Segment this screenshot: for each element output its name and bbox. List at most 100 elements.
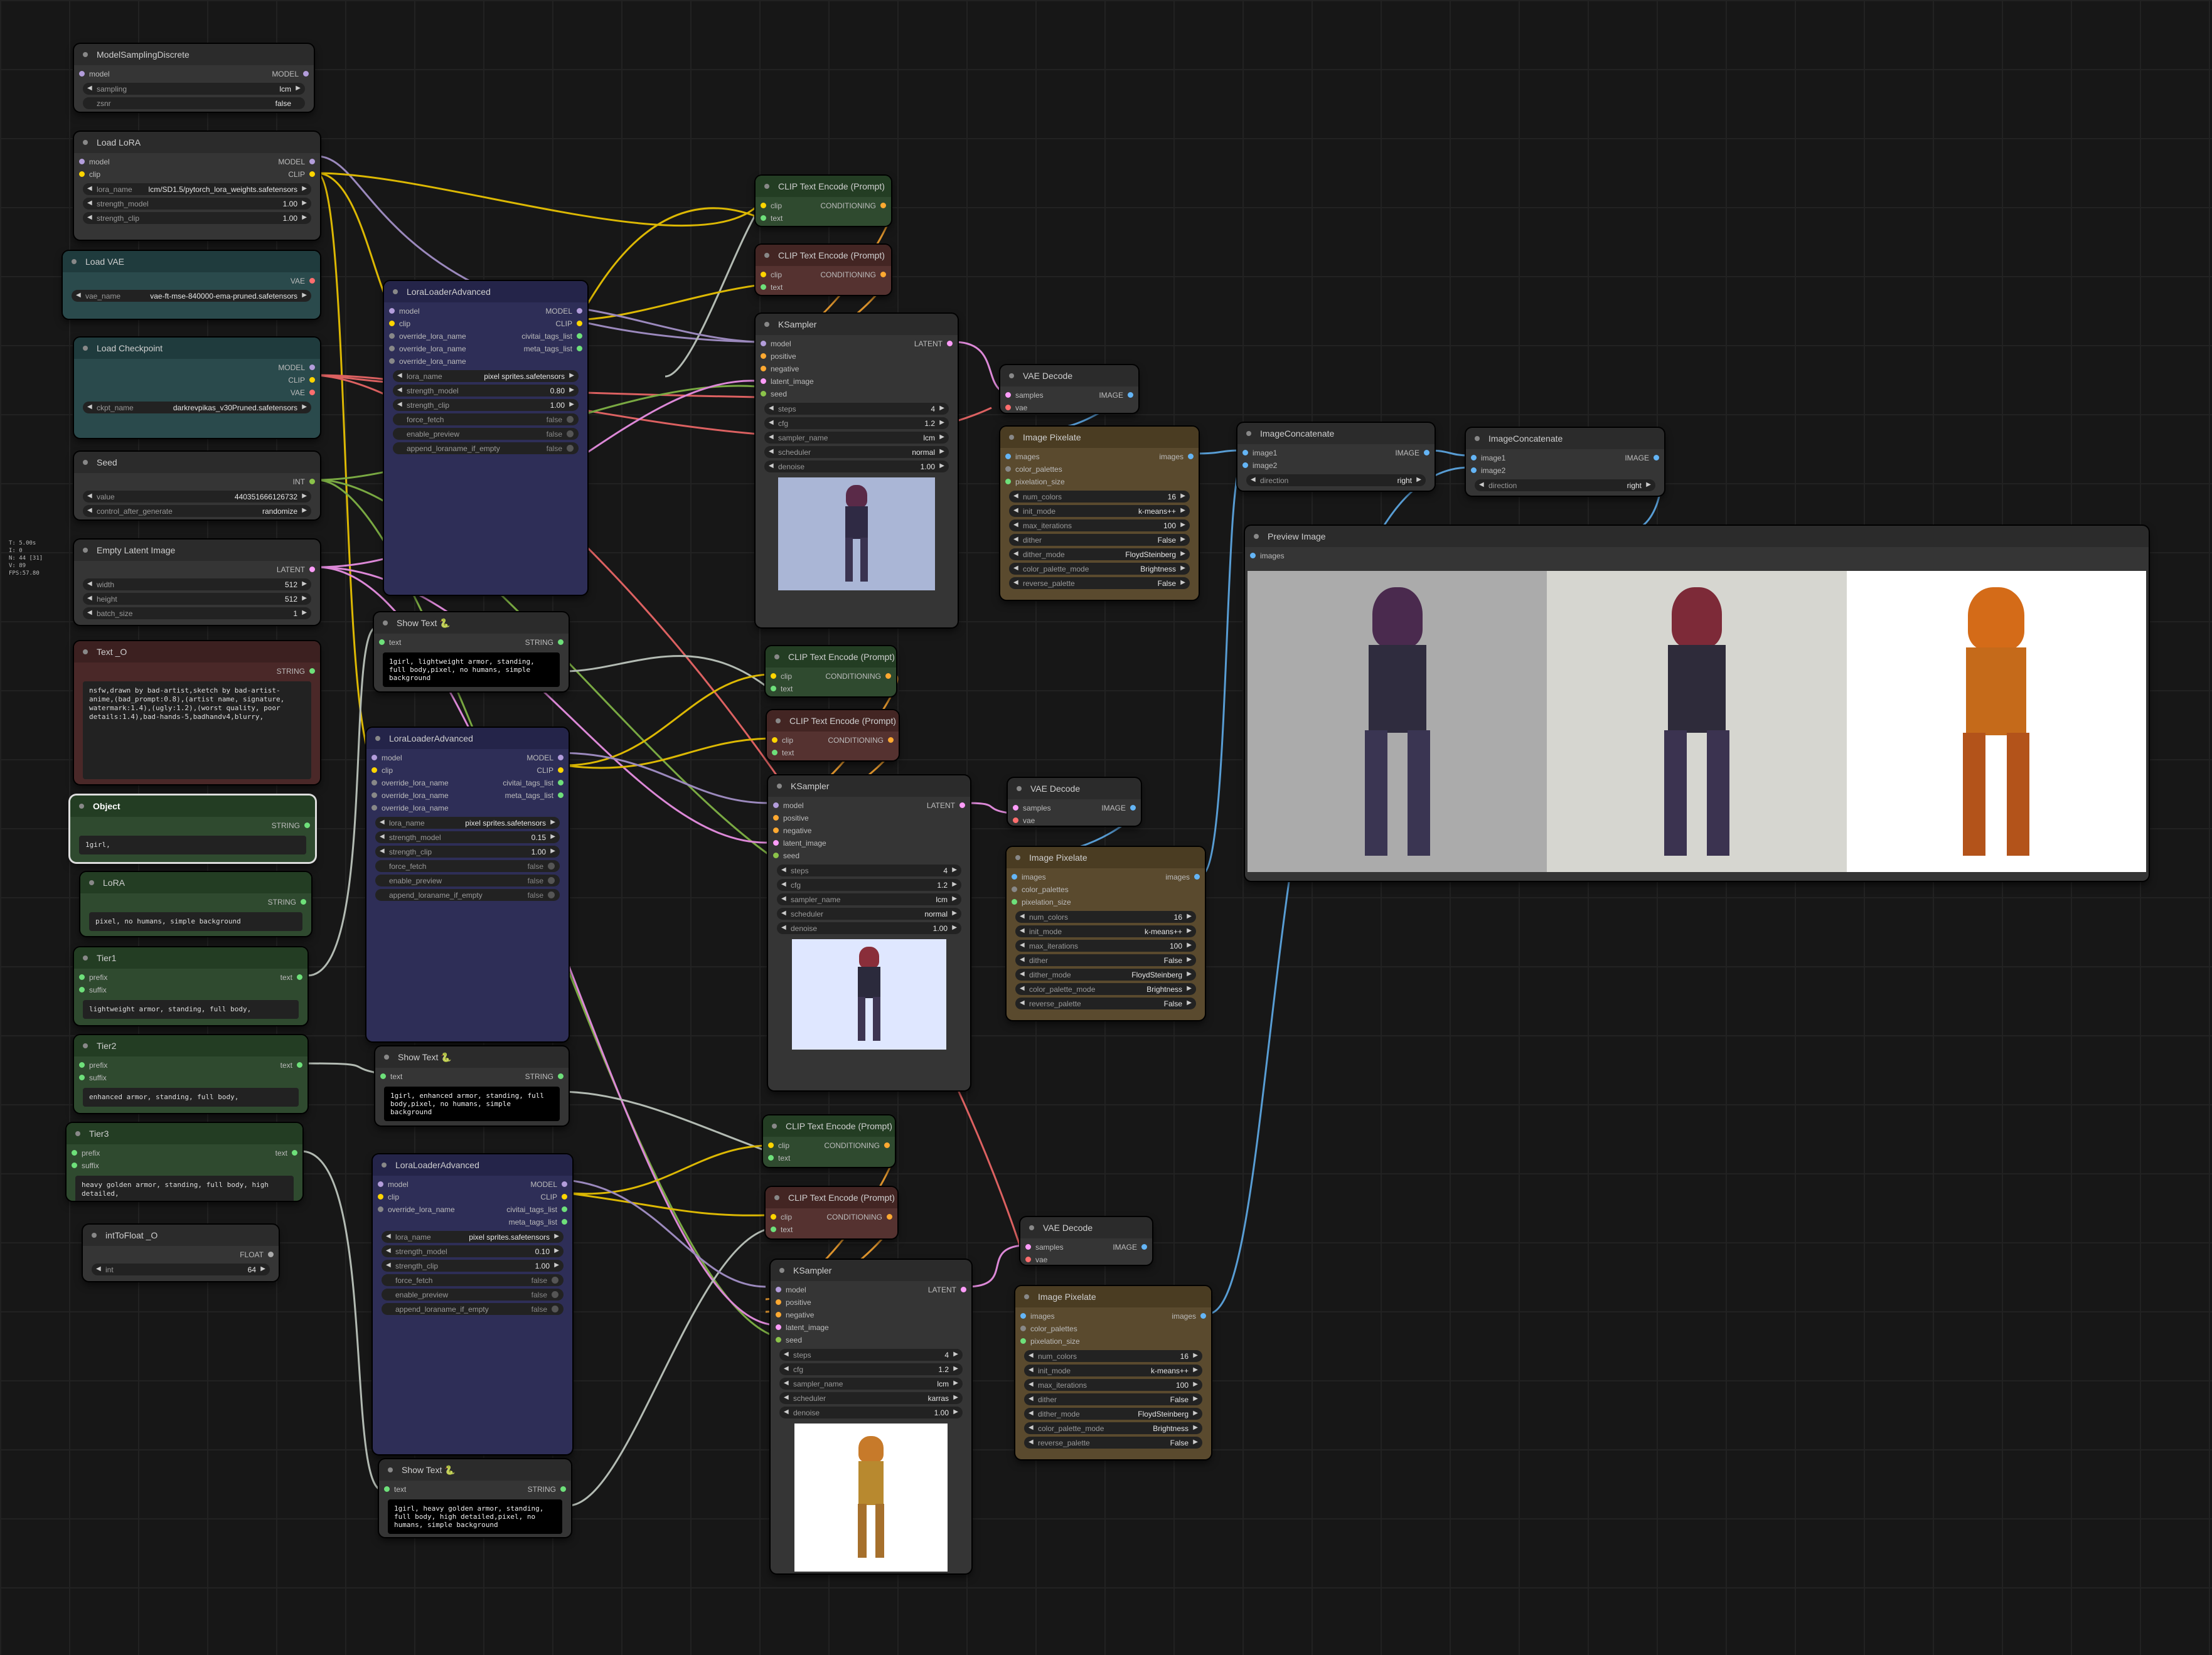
node-clip-text-encode-positive-3[interactable]: CLIP Text Encode (Prompt) clip CONDITIONI… bbox=[763, 1115, 895, 1167]
increment-arrow-icon[interactable]: ▶ bbox=[550, 848, 555, 854]
node-clip-text-encode-negative-2[interactable]: CLIP Text Encode (Prompt) clip CONDITIONI… bbox=[767, 710, 899, 760]
node-ksampler-3[interactable]: KSampler model LATENT positive negative l… bbox=[771, 1260, 971, 1573]
input-socket[interactable] bbox=[1250, 553, 1256, 558]
input-socket[interactable] bbox=[371, 805, 377, 811]
output-socket[interactable] bbox=[304, 822, 310, 828]
output-socket[interactable] bbox=[577, 346, 582, 351]
node-show-text-1[interactable]: Show Text 🐍 text STRING 1girl, lightweigh… bbox=[374, 612, 569, 691]
output-socket[interactable] bbox=[577, 321, 582, 326]
increment-arrow-icon[interactable]: ▶ bbox=[260, 1265, 265, 1272]
increment-arrow-icon[interactable]: ▶ bbox=[1180, 492, 1185, 499]
input-socket[interactable] bbox=[761, 272, 766, 277]
node-title[interactable]: Show Text 🐍 bbox=[375, 1046, 569, 1068]
input-socket[interactable] bbox=[79, 1062, 85, 1068]
input-socket[interactable] bbox=[389, 333, 395, 339]
input-socket[interactable] bbox=[773, 853, 779, 858]
input-socket[interactable] bbox=[761, 353, 766, 359]
toggle-knob-icon[interactable] bbox=[567, 430, 574, 437]
increment-arrow-icon[interactable]: ▶ bbox=[554, 1262, 559, 1269]
input-socket[interactable] bbox=[1005, 479, 1011, 484]
increment-arrow-icon[interactable]: ▶ bbox=[953, 1351, 958, 1358]
output-socket[interactable] bbox=[1194, 874, 1200, 880]
increment-arrow-icon[interactable]: ▶ bbox=[953, 1394, 958, 1401]
input-socket[interactable] bbox=[389, 308, 395, 314]
widget-strength-model[interactable]: ◀ strength_model 1.00 ▶ bbox=[83, 198, 311, 210]
decrement-arrow-icon[interactable]: ◀ bbox=[397, 386, 402, 393]
widget-field[interactable]: ◀ max_iterations 100 ▶ bbox=[1015, 940, 1196, 952]
node-title[interactable]: CLIP Text Encode (Prompt) bbox=[766, 646, 896, 668]
input-socket[interactable] bbox=[1242, 462, 1248, 468]
widget-zsnr[interactable]: zsnr false bbox=[83, 97, 305, 109]
input-socket[interactable] bbox=[79, 159, 85, 164]
node-title[interactable]: Image Pixelate bbox=[1007, 847, 1205, 868]
node-title[interactable]: Show Text 🐍 bbox=[374, 612, 569, 634]
output-socket[interactable] bbox=[1200, 1313, 1206, 1319]
input-socket[interactable] bbox=[72, 1150, 77, 1156]
output-socket[interactable] bbox=[562, 1206, 567, 1212]
input-socket[interactable] bbox=[1471, 467, 1477, 473]
output-socket[interactable] bbox=[1128, 392, 1133, 398]
widget-ckpt-name[interactable]: ◀ ckpt_name darkrevpikas_v30Pruned.safeten… bbox=[83, 402, 311, 413]
node-title[interactable]: Tier2 bbox=[74, 1035, 307, 1056]
output-socket[interactable] bbox=[309, 278, 315, 284]
increment-arrow-icon[interactable]: ▶ bbox=[554, 1247, 559, 1254]
widget-scheduler[interactable]: ◀ scheduler normal ▶ bbox=[777, 908, 961, 920]
toggle-force-fetch[interactable]: force_fetch false bbox=[382, 1274, 564, 1286]
input-socket[interactable] bbox=[1025, 1257, 1031, 1262]
output-socket[interactable] bbox=[309, 479, 315, 484]
decrement-arrow-icon[interactable]: ◀ bbox=[769, 448, 774, 455]
widget-vae-name[interactable]: ◀ vae_name vae-ft-mse-840000-ema-pruned.sa… bbox=[72, 290, 311, 302]
widget-strength-model[interactable]: ◀ strength_model 0.80 ▶ bbox=[393, 385, 579, 396]
decrement-arrow-icon[interactable]: ◀ bbox=[386, 1233, 391, 1240]
input-socket[interactable] bbox=[761, 284, 766, 290]
widget-field[interactable]: ◀ color_palette_mode Brightness ▶ bbox=[1015, 983, 1196, 995]
widget-denoise[interactable]: ◀ denoise 1.00 ▶ bbox=[779, 1407, 963, 1418]
node-show-text-2[interactable]: Show Text 🐍 text STRING 1girl, enhanced a… bbox=[375, 1046, 569, 1126]
node-text-negative[interactable]: Text _O STRING nsfw,drawn by bad-artist,… bbox=[74, 641, 320, 784]
node-title[interactable]: ImageConcatenate bbox=[1466, 428, 1664, 449]
input-socket[interactable] bbox=[771, 686, 776, 691]
decrement-arrow-icon[interactable]: ◀ bbox=[87, 85, 92, 92]
toggle-force-fetch[interactable]: force_fetch false bbox=[393, 413, 579, 425]
toggle-append-loraname[interactable]: append_loraname_if_empty false bbox=[375, 889, 560, 901]
output-socket[interactable] bbox=[562, 1181, 567, 1187]
widget-field[interactable]: ◀ reverse_palette False ▶ bbox=[1015, 998, 1196, 1009]
node-title[interactable]: Empty Latent Image bbox=[74, 540, 320, 561]
decrement-arrow-icon[interactable]: ◀ bbox=[87, 507, 92, 514]
output-socket[interactable] bbox=[884, 1142, 890, 1148]
input-socket[interactable] bbox=[776, 1337, 781, 1343]
decrement-arrow-icon[interactable]: ◀ bbox=[87, 403, 92, 410]
output-socket[interactable] bbox=[1424, 450, 1429, 455]
input-socket[interactable] bbox=[1005, 405, 1011, 410]
output-socket[interactable] bbox=[558, 639, 564, 645]
input-socket[interactable] bbox=[772, 737, 777, 743]
node-title[interactable]: Image Pixelate bbox=[1000, 427, 1199, 448]
node-image-concatenate-1[interactable]: ImageConcatenate image1 IMAGE image2 ◀ dir… bbox=[1237, 423, 1435, 491]
decrement-arrow-icon[interactable]: ◀ bbox=[87, 214, 92, 221]
node-title[interactable]: ModelSamplingDiscrete bbox=[74, 44, 314, 65]
node-object[interactable]: Object STRING 1girl, bbox=[70, 796, 315, 862]
node-tier2[interactable]: Tier2 prefix text suffix enhanced armor, … bbox=[74, 1035, 307, 1113]
increment-arrow-icon[interactable]: ▶ bbox=[1180, 536, 1185, 543]
node-title[interactable]: KSampler bbox=[771, 1260, 971, 1281]
decrement-arrow-icon[interactable]: ◀ bbox=[1029, 1366, 1034, 1373]
node-title[interactable]: Tier3 bbox=[67, 1123, 302, 1144]
text-area[interactable]: nsfw,drawn by bad-artist,sketch by bad-a… bbox=[83, 681, 311, 779]
text-area[interactable]: pixel, no humans, simple background bbox=[89, 912, 302, 931]
widget-sampler-name[interactable]: ◀ sampler_name lcm ▶ bbox=[779, 1378, 963, 1390]
input-socket[interactable] bbox=[776, 1324, 781, 1330]
increment-arrow-icon[interactable]: ▶ bbox=[1187, 985, 1192, 992]
input-socket[interactable] bbox=[776, 1299, 781, 1305]
widget-field[interactable]: ◀ color_palette_mode Brightness ▶ bbox=[1024, 1422, 1202, 1434]
decrement-arrow-icon[interactable]: ◀ bbox=[769, 434, 774, 440]
decrement-arrow-icon[interactable]: ◀ bbox=[380, 833, 385, 840]
node-show-text-3[interactable]: Show Text 🐍 text STRING 1girl, heavy gold… bbox=[379, 1459, 571, 1537]
decrement-arrow-icon[interactable]: ◀ bbox=[87, 580, 92, 587]
input-socket[interactable] bbox=[371, 780, 377, 785]
node-load-vae[interactable]: Load VAE VAE ◀ vae_name vae-ft-mse-840000-… bbox=[63, 251, 320, 319]
node-title[interactable]: CLIP Text Encode (Prompt) bbox=[767, 710, 899, 732]
decrement-arrow-icon[interactable]: ◀ bbox=[1029, 1424, 1034, 1431]
widget-field[interactable]: ◀ dither False ▶ bbox=[1024, 1393, 1202, 1405]
output-socket[interactable] bbox=[961, 1287, 966, 1292]
decrement-arrow-icon[interactable]: ◀ bbox=[1013, 536, 1018, 543]
